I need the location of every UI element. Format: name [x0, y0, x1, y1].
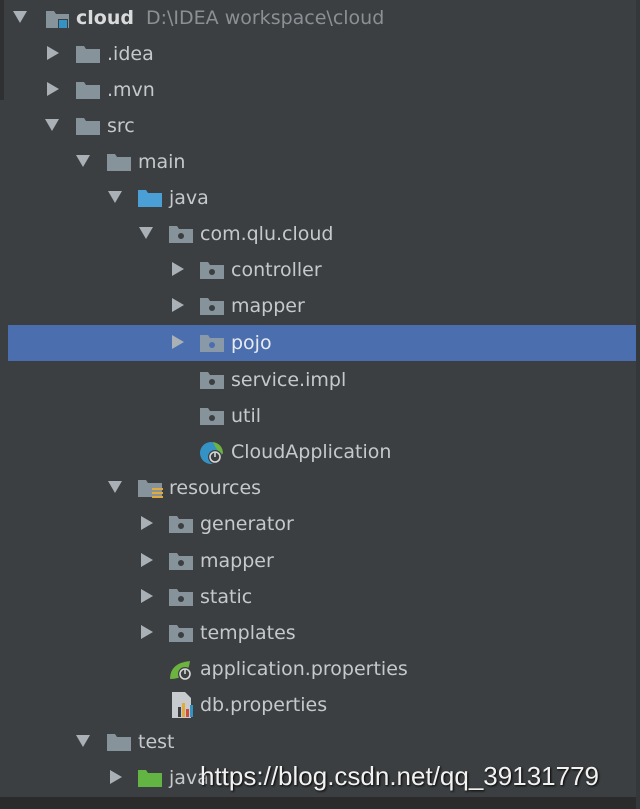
tree-row-mvn[interactable]: .mvn	[0, 72, 636, 108]
tree-item-label: .mvn	[107, 79, 155, 101]
tree-item-label: templates	[200, 622, 296, 644]
tree-item-label: application.properties	[200, 658, 408, 680]
module-folder-icon	[45, 8, 71, 29]
project-path: D:\IDEA workspace\cloud	[146, 7, 385, 29]
tree-item-label: CloudApplication	[231, 441, 392, 463]
resources-root-icon	[137, 478, 163, 498]
tree-item-label: resources	[169, 477, 262, 499]
project-name: cloud	[76, 7, 134, 29]
tree-row-java[interactable]: java	[0, 180, 636, 216]
package-icon	[168, 551, 194, 571]
expand-arrow-icon[interactable]	[108, 191, 122, 203]
collapse-arrow-icon[interactable]	[172, 335, 184, 349]
expand-arrow-icon[interactable]	[13, 11, 27, 23]
tree-item-label: util	[231, 405, 262, 427]
package-icon	[168, 514, 194, 534]
tree-item-label: db.properties	[200, 694, 328, 716]
source-root-icon	[137, 188, 163, 208]
package-icon	[199, 370, 225, 390]
collapse-arrow-icon[interactable]	[110, 770, 122, 784]
tree-row-application-properties[interactable]: application.properties	[0, 651, 636, 687]
tree-item-label: test	[138, 731, 175, 753]
folder-icon	[75, 44, 101, 64]
tree-row-pojo[interactable]: pojo	[8, 325, 636, 361]
collapse-arrow-icon[interactable]	[141, 516, 153, 530]
tree-row-templates[interactable]: templates	[0, 615, 636, 651]
watermark: https://blog.csdn.net/qq_39131779	[200, 761, 599, 791]
tree-row-controller[interactable]: controller	[0, 252, 636, 288]
folder-icon	[75, 80, 101, 100]
tree-row-test[interactable]: test	[0, 724, 636, 760]
tree-row-package[interactable]: com.qlu.cloud	[0, 216, 636, 252]
tree-row-idea[interactable]: .idea	[0, 36, 636, 72]
tree-item-label: static	[200, 586, 253, 608]
tree-row-resources-mapper[interactable]: mapper	[0, 543, 636, 579]
package-icon	[168, 224, 194, 244]
expand-arrow-icon[interactable]	[76, 735, 90, 747]
tree-row-generator[interactable]: generator	[0, 506, 636, 542]
bottom-strip	[0, 797, 640, 809]
folder-icon	[75, 116, 101, 136]
package-icon	[168, 623, 194, 643]
package-icon	[199, 406, 225, 426]
tree-item-label: pojo	[231, 332, 272, 354]
test-root-icon	[137, 768, 163, 788]
package-icon	[168, 587, 194, 607]
collapse-arrow-icon[interactable]	[141, 553, 153, 567]
tree-item-label: generator	[200, 513, 294, 535]
package-icon	[199, 260, 225, 280]
tree-item-label: service.impl	[231, 369, 347, 391]
tree-item-label: .idea	[107, 43, 154, 65]
expand-arrow-icon[interactable]	[45, 119, 59, 131]
collapse-arrow-icon[interactable]	[47, 46, 59, 60]
properties-file-icon	[170, 691, 196, 718]
tree-item-label: main	[138, 151, 186, 173]
tree-row-cloud[interactable]: cloud D:\IDEA workspace\cloud	[0, 0, 636, 36]
tree-item-label: src	[107, 115, 135, 137]
project-tree: cloud D:\IDEA workspace\cloud .idea .mvn…	[0, 0, 640, 809]
tree-row-db-properties[interactable]: db.properties	[0, 687, 636, 723]
tree-row-cloud-application[interactable]: CloudApplication	[0, 434, 636, 470]
package-icon	[199, 296, 225, 316]
expand-arrow-icon[interactable]	[139, 227, 153, 239]
tree-item-label: mapper	[200, 550, 274, 572]
spring-properties-icon	[168, 657, 194, 681]
folder-icon	[106, 732, 132, 752]
tree-item-label: controller	[231, 259, 322, 281]
spring-boot-class-icon	[199, 440, 225, 464]
collapse-arrow-icon[interactable]	[172, 298, 184, 312]
tree-item-label: mapper	[231, 295, 305, 317]
scrollbar[interactable]	[636, 0, 640, 809]
tree-row-main[interactable]: main	[0, 144, 636, 180]
collapse-arrow-icon[interactable]	[47, 82, 59, 96]
tree-row-resources[interactable]: resources	[0, 470, 636, 506]
tree-row-mapper[interactable]: mapper	[0, 288, 636, 324]
tree-row-service-impl[interactable]: service.impl	[0, 362, 636, 398]
tree-row-src[interactable]: src	[0, 108, 636, 144]
collapse-arrow-icon[interactable]	[141, 625, 153, 639]
expand-arrow-icon[interactable]	[108, 481, 122, 493]
tree-item-label: com.qlu.cloud	[200, 223, 334, 245]
tree-row-util[interactable]: util	[0, 398, 636, 434]
expand-arrow-icon[interactable]	[76, 155, 90, 167]
tree-item-label: java	[169, 187, 209, 209]
package-icon	[199, 333, 225, 353]
folder-icon	[106, 152, 132, 172]
collapse-arrow-icon[interactable]	[172, 262, 184, 276]
collapse-arrow-icon[interactable]	[141, 589, 153, 603]
tree-row-static[interactable]: static	[0, 579, 636, 615]
